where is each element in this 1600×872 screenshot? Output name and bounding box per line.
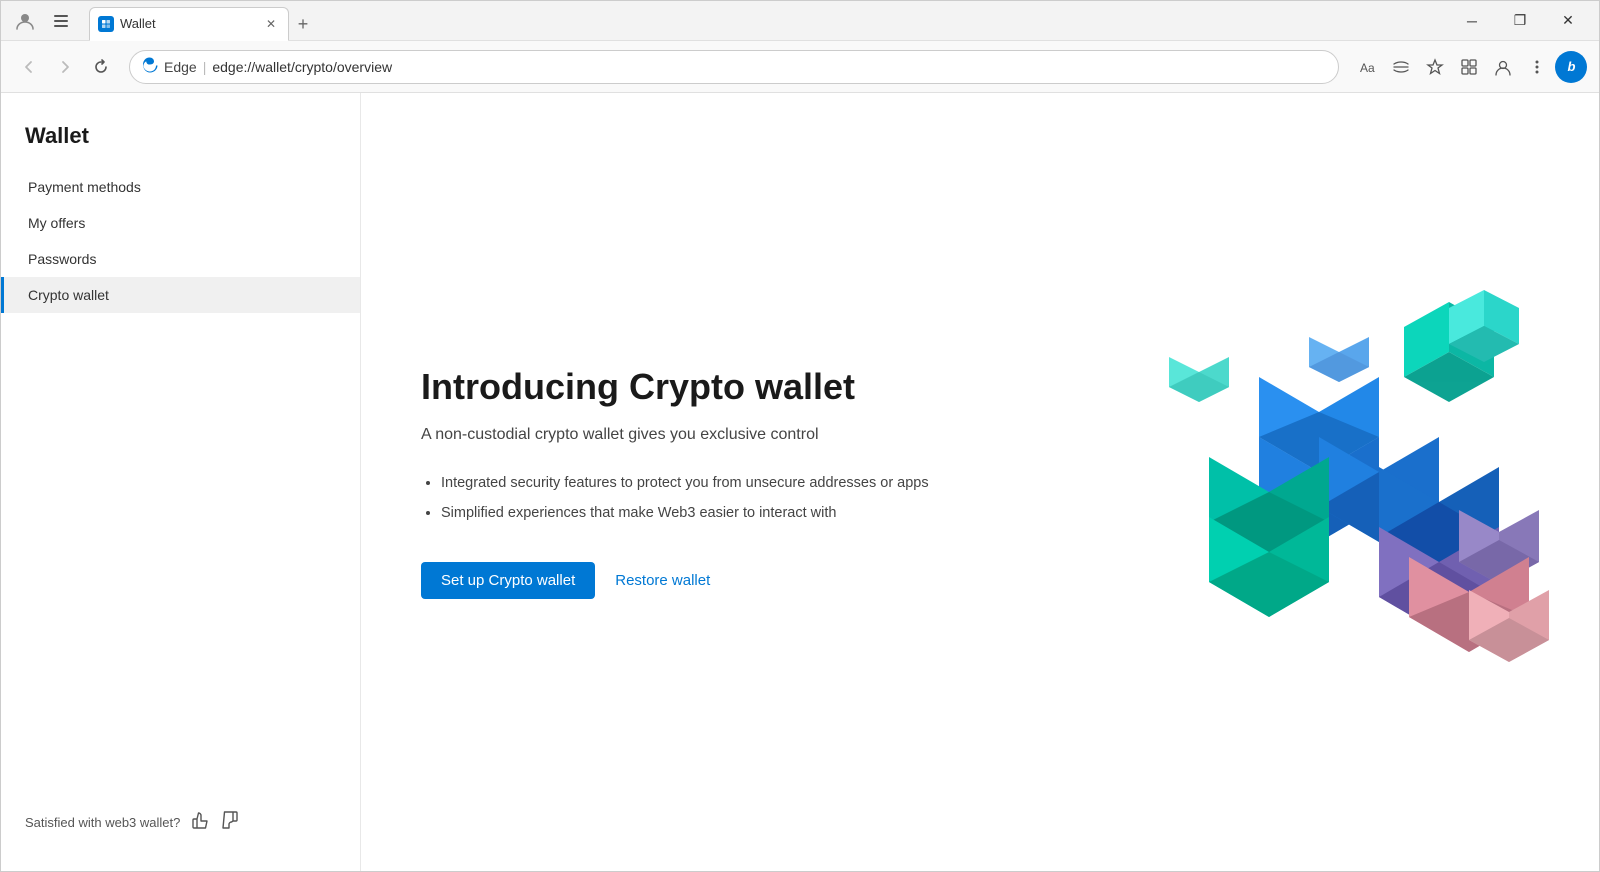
tab-close-button[interactable]: ✕ [262,15,280,33]
main-area: Wallet Payment methods My offers Passwor… [1,93,1599,871]
bing-icon: b [1568,59,1575,74]
content-left: Introducing Crypto wallet A non-custodia… [421,365,929,600]
more-tools-button[interactable] [1521,51,1553,83]
address-separator: | [203,59,207,75]
profile-button[interactable] [1487,51,1519,83]
sidebar-item-my-offers[interactable]: My offers [1,205,360,241]
profile-icon[interactable] [9,5,41,37]
new-tab-button[interactable]: + [289,11,317,39]
bing-button[interactable]: b [1555,51,1587,83]
action-buttons: Set up Crypto wallet Restore wallet [421,562,929,599]
active-tab[interactable]: Wallet ✕ [89,7,289,41]
close-button[interactable]: ✕ [1545,5,1591,37]
sidebar: Wallet Payment methods My offers Passwor… [1,93,361,871]
nav-bar: Edge | edge://wallet/crypto/overview Aa [1,41,1599,93]
window-controls: ─ ❐ ✕ [1449,5,1591,37]
sidebar-item-passwords[interactable]: Passwords [1,241,360,277]
minimize-button[interactable]: ─ [1449,5,1495,37]
crypto-cubes-illustration [1139,272,1559,692]
nav-tools: Aa b [1351,51,1587,83]
favorites-button[interactable] [1419,51,1451,83]
url-display: edge://wallet/crypto/overview [212,59,1326,75]
address-bar[interactable]: Edge | edge://wallet/crypto/overview [129,50,1339,84]
tab-icon [98,16,114,32]
sidebar-item-crypto-wallet[interactable]: Crypto wallet [1,277,360,313]
sidebar-item-payment-methods[interactable]: Payment methods [1,169,360,205]
edge-logo-icon [142,57,158,76]
setup-wallet-button[interactable]: Set up Crypto wallet [421,562,595,599]
feature-list: Integrated security features to protect … [421,470,929,526]
main-heading: Introducing Crypto wallet [421,365,929,408]
thumbup-icon[interactable] [190,810,210,835]
feedback-text: Satisfied with web3 wallet? [25,815,180,830]
sidebar-nav: Payment methods My offers Passwords Cryp… [1,169,360,794]
content-area: Introducing Crypto wallet A non-custodia… [361,93,1599,871]
forward-button[interactable] [49,51,81,83]
sidebar-item-label: Crypto wallet [28,287,109,303]
edge-label: Edge [164,59,197,75]
title-bar: Wallet ✕ + ─ ❐ ✕ [1,1,1599,41]
back-button[interactable] [13,51,45,83]
restore-wallet-link[interactable]: Restore wallet [615,572,710,589]
tab-bar: Wallet ✕ + [89,1,317,41]
svg-text:Aa: Aa [1360,61,1375,75]
tab-label: Wallet [120,16,156,31]
immersive-button[interactable] [1385,51,1417,83]
sidebar-item-label: My offers [28,215,85,231]
title-bar-left: Wallet ✕ + [9,1,1445,41]
browser-window: Wallet ✕ + ─ ❐ ✕ Edge | e [0,0,1600,872]
thumbdown-icon[interactable] [220,810,240,835]
restore-button[interactable]: ❐ [1497,5,1543,37]
sidebar-item-label: Passwords [28,251,96,267]
main-subheading: A non-custodial crypto wallet gives you … [421,424,929,446]
sidebar-toggle[interactable] [45,5,77,37]
collections-button[interactable] [1453,51,1485,83]
feature-item-1: Integrated security features to protect … [441,470,929,496]
refresh-button[interactable] [85,51,117,83]
feature-item-2: Simplified experiences that make Web3 ea… [441,500,929,526]
sidebar-footer: Satisfied with web3 wallet? [1,794,360,851]
sidebar-title: Wallet [1,113,360,169]
read-aloud-button[interactable]: Aa [1351,51,1383,83]
sidebar-item-label: Payment methods [28,179,141,195]
